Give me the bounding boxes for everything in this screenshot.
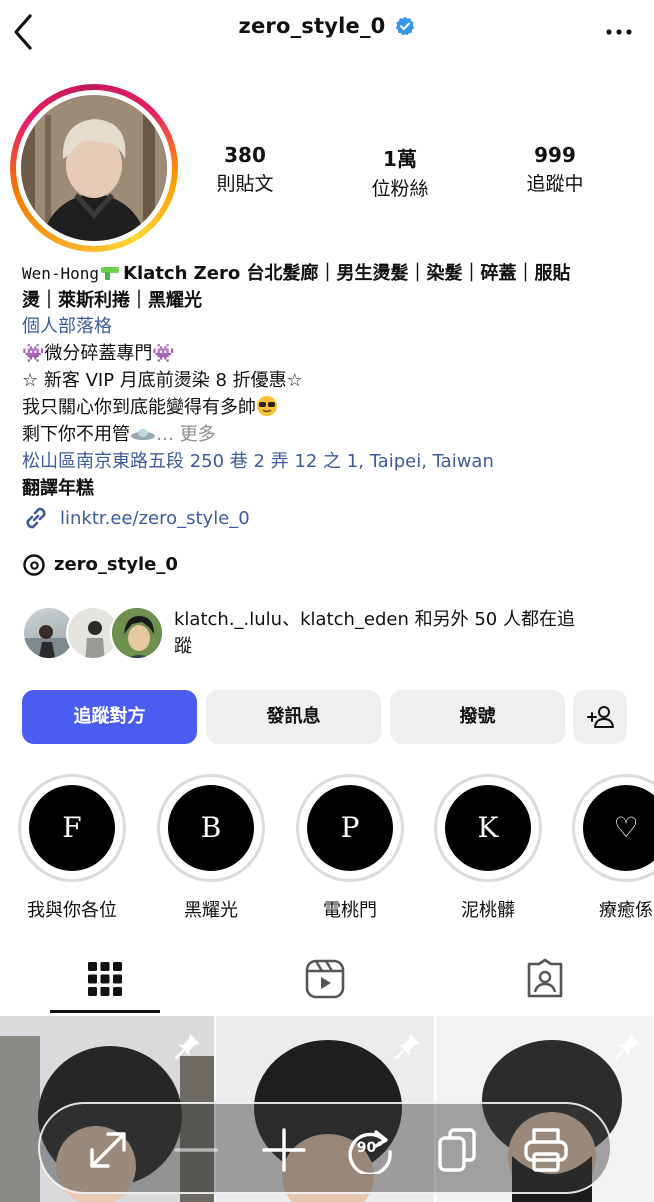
- profile-display-name: Wen-Hong Klatch Zero 台北髮廊｜男生燙髮｜染髮｜碎蓋｜服貼 燙…: [22, 260, 634, 314]
- verified-badge-icon: [396, 16, 415, 36]
- mutual-avatar: [110, 606, 164, 660]
- highlight-item[interactable]: P 電桃門: [296, 774, 404, 922]
- grid-tab-icon[interactable]: [86, 960, 124, 998]
- external-link[interactable]: linktr.ee/zero_style_0: [22, 504, 634, 532]
- bio-line-a-text: 微分碎蓋專門: [44, 343, 153, 364]
- rotate-label: 90°: [356, 1140, 384, 1156]
- bio-line-d-text: 剩下你不用管: [22, 424, 130, 445]
- highlight-cover: F: [29, 785, 115, 871]
- active-tab-indicator: [50, 1010, 160, 1013]
- more-options-icon[interactable]: [604, 20, 634, 40]
- highlight-item-partial[interactable]: ♡ 療癒係: [572, 774, 654, 934]
- followed-by-text[interactable]: klatch._.lulu、klatch_eden 和另外 50 人都在追 蹤: [174, 606, 634, 660]
- profile-avatar[interactable]: [10, 84, 178, 252]
- followed-by-line-1: klatch._.lulu、klatch_eden 和另外 50 人都在追: [174, 609, 575, 630]
- space-invader-icon: 👾: [22, 343, 45, 364]
- highlight-label: 黑耀光: [184, 900, 238, 921]
- tagged-tab-icon[interactable]: [524, 958, 566, 1000]
- zoom-out-icon[interactable]: [172, 1126, 220, 1174]
- floating-toolbar: 90°: [38, 1102, 612, 1194]
- highlight-item[interactable]: K 泥桃髒: [434, 774, 542, 922]
- space-invader-icon: 👾: [152, 343, 175, 364]
- category-label: 個人部落格: [22, 316, 112, 337]
- bio-line-c-text: 我只關心你到底能變得有多帥: [22, 397, 256, 418]
- highlight-item[interactable]: B 黑耀光: [157, 774, 265, 922]
- link-text: linktr.ee/zero_style_0: [60, 507, 250, 529]
- more-link[interactable]: … 更多: [156, 424, 216, 445]
- highlight-ring: ♡: [572, 774, 654, 882]
- pin-icon: [394, 1034, 420, 1060]
- bio-line-a: 👾微分碎蓋專門👾: [22, 340, 634, 367]
- followed-by-line-2: 蹤: [174, 636, 192, 657]
- posts-stat[interactable]: 380 則貼文: [185, 143, 305, 196]
- follow-button[interactable]: 追蹤對方: [22, 690, 197, 744]
- name-line-2: 燙｜萊斯利捲｜黑耀光: [22, 290, 202, 311]
- translate-button[interactable]: 翻譯年糕: [22, 475, 634, 502]
- highlight-label: 電桃門: [323, 900, 377, 921]
- rotate-button[interactable]: 90°: [346, 1126, 394, 1174]
- highlight-ring: B: [157, 774, 265, 882]
- followers-stat[interactable]: 1萬 位粉絲: [340, 143, 460, 201]
- name-prefix: Wen-Hong: [22, 264, 100, 283]
- copy-icon[interactable]: [434, 1126, 482, 1174]
- username-text: zero_style_0: [238, 14, 386, 38]
- posts-count: 380: [224, 143, 266, 167]
- bio-line-d[interactable]: 剩下你不用管 … 更多: [22, 421, 634, 448]
- water-gun-icon: [101, 267, 120, 280]
- profile-username-header: zero_style_0: [0, 14, 654, 38]
- address-link[interactable]: 松山區南京東路五段 250 巷 2 弄 12 之 1, Taipei, Taiw…: [22, 448, 634, 475]
- threads-username: zero_style_0: [54, 554, 178, 575]
- posts-label: 則貼文: [216, 173, 274, 195]
- highlight-cover: K: [445, 785, 531, 871]
- sunglasses-emoji-icon: [257, 396, 277, 416]
- pin-icon: [174, 1034, 200, 1060]
- following-count: 999: [534, 143, 576, 167]
- expand-icon[interactable]: [84, 1126, 132, 1174]
- followers-label: 位粉絲: [371, 178, 429, 200]
- threads-icon: [23, 553, 45, 576]
- bio-line-c: 我只關心你到底能變得有多帥: [22, 394, 634, 421]
- followers-count: 1萬: [383, 147, 417, 171]
- ufo-icon: [131, 429, 155, 440]
- following-label: 追蹤中: [526, 173, 584, 195]
- highlight-label: 療癒係: [599, 900, 653, 921]
- bio-line-b: ☆ 新客 VIP 月底前燙染 8 折優惠☆: [22, 370, 303, 391]
- pin-icon: [614, 1034, 640, 1060]
- avatar-photo: [21, 95, 167, 241]
- highlight-ring: K: [434, 774, 542, 882]
- add-person-icon: [587, 706, 614, 728]
- suggest-users-button[interactable]: [573, 690, 627, 744]
- mutual-followers-avatars[interactable]: [22, 606, 164, 662]
- highlight-ring: F: [18, 774, 126, 882]
- link-icon: [26, 507, 46, 529]
- following-stat[interactable]: 999 追蹤中: [495, 143, 615, 196]
- highlight-cover: ♡: [583, 785, 654, 871]
- highlight-label: 我與你各位: [27, 900, 117, 921]
- reels-tab-icon[interactable]: [304, 958, 346, 1000]
- call-button[interactable]: 撥號: [390, 690, 565, 744]
- print-icon[interactable]: [522, 1126, 570, 1174]
- highlight-item[interactable]: F 我與你各位: [18, 774, 126, 922]
- highlight-cover: B: [168, 785, 254, 871]
- threads-badge[interactable]: zero_style_0: [22, 551, 634, 578]
- highlight-ring: P: [296, 774, 404, 882]
- name-line-1: Klatch Zero 台北髮廊｜男生燙髮｜染髮｜碎蓋｜服貼: [123, 263, 571, 284]
- message-button[interactable]: 發訊息: [206, 690, 381, 744]
- highlight-cover: P: [307, 785, 393, 871]
- highlight-label: 泥桃髒: [461, 900, 515, 921]
- zoom-in-icon[interactable]: [260, 1126, 308, 1174]
